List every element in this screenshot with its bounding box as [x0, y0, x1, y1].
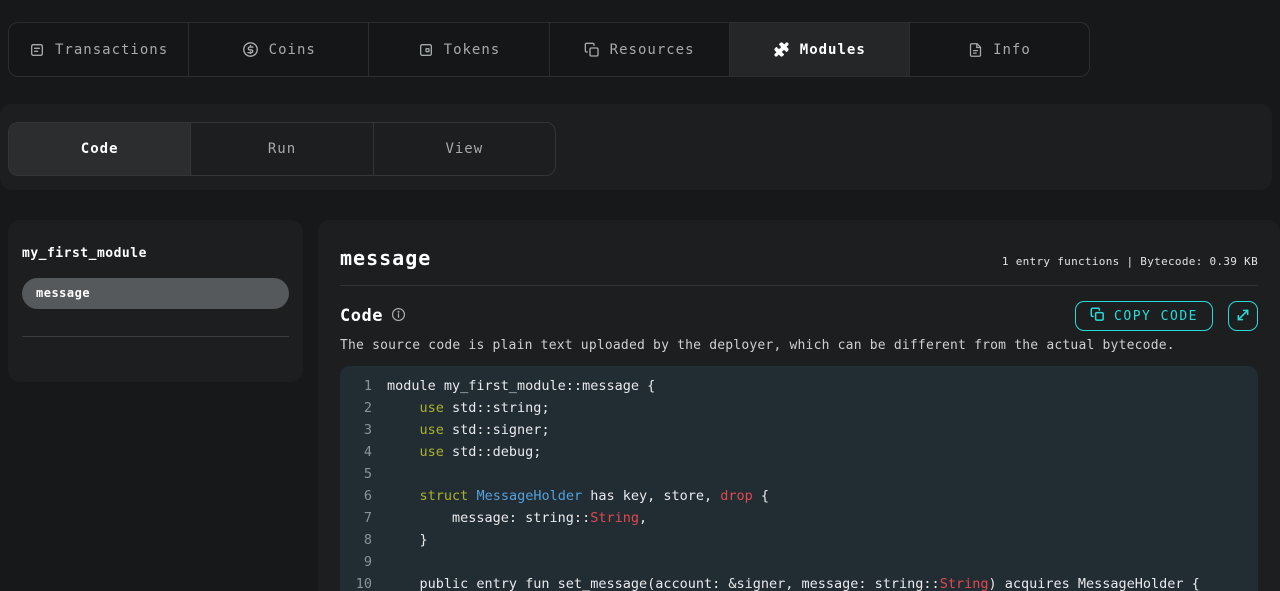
code-line-text: struct MessageHolder has key, store, dro…	[387, 485, 769, 507]
code-line: 8 }	[340, 529, 1258, 551]
tab-resources[interactable]: Resources	[550, 23, 730, 76]
tab-label: Info	[993, 42, 1031, 58]
module-meta: 1 entry functions | Bytecode: 0.39 KB	[1002, 255, 1258, 270]
receipt-icon	[29, 42, 45, 58]
copy-stack-icon	[584, 42, 600, 58]
code-section-description: The source code is plain text uploaded b…	[340, 338, 1258, 353]
code-line: 5	[340, 463, 1258, 485]
tab-tokens[interactable]: Tokens	[369, 23, 549, 76]
tab-label: Transactions	[55, 42, 168, 58]
expand-diagonal-icon	[1236, 308, 1250, 325]
tab-code[interactable]: Code	[9, 123, 191, 175]
code-line: 1 module my_first_module::message {	[340, 375, 1258, 397]
code-line: 6 struct MessageHolder has key, store, d…	[340, 485, 1258, 507]
expand-code-button[interactable]	[1228, 301, 1258, 331]
wallet-icon	[418, 42, 434, 58]
code-line-text: module my_first_module::message {	[387, 375, 655, 397]
tab-label: Coins	[269, 42, 316, 58]
file-icon	[968, 42, 983, 58]
puzzle-icon	[773, 41, 790, 58]
tab-modules[interactable]: Modules	[730, 23, 910, 76]
code-line: 4 use std::debug;	[340, 441, 1258, 463]
panel-header: message 1 entry functions | Bytecode: 0.…	[340, 220, 1258, 270]
line-number: 2	[340, 397, 372, 419]
tab-label: View	[445, 141, 483, 157]
code-actions: COPY CODE	[1075, 301, 1258, 331]
sidebar-item-message[interactable]: message	[22, 278, 289, 309]
line-number: 1	[340, 375, 372, 397]
code-section-header: Code COPY CODE	[340, 301, 1258, 331]
module-detail-panel: message 1 entry functions | Bytecode: 0.…	[318, 220, 1280, 591]
tab-label: Resources	[610, 42, 695, 58]
copy-icon	[1090, 307, 1105, 326]
source-code-viewer[interactable]: 1module my_first_module::message {2 use …	[340, 366, 1258, 591]
line-number: 7	[340, 507, 372, 529]
code-line-text: use std::signer;	[387, 419, 550, 441]
line-number: 9	[340, 551, 372, 573]
line-number: 10	[340, 573, 372, 591]
line-number: 3	[340, 419, 372, 441]
code-line: 7 message: string::String,	[340, 507, 1258, 529]
code-lines: 1module my_first_module::message {2 use …	[340, 375, 1258, 591]
explorer-tab-bar: Transactions Coins Tokens Resources	[8, 22, 1090, 77]
code-line-text: public entry fun set_message(account: &s…	[387, 573, 1200, 591]
code-heading-wrap: Code	[340, 306, 406, 326]
info-icon	[391, 307, 406, 326]
page-title: message	[340, 246, 431, 270]
tab-view[interactable]: View	[374, 123, 555, 175]
module-toolbar-band: Code Run View	[0, 104, 1272, 190]
module-sidebar: my_first_module message	[8, 220, 303, 382]
module-mode-tabs: Code Run View	[8, 122, 556, 176]
module-name-heading: my_first_module	[22, 246, 289, 261]
dollar-circle-icon	[242, 41, 259, 58]
tab-label: Code	[81, 141, 119, 157]
tab-info[interactable]: Info	[910, 23, 1089, 76]
line-number: 6	[340, 485, 372, 507]
code-line-text: use std::string;	[387, 397, 550, 419]
code-line: 2 use std::string;	[340, 397, 1258, 419]
code-line-text: message: string::String,	[387, 507, 647, 529]
tab-label: Run	[268, 141, 296, 157]
header-divider	[340, 285, 1258, 286]
tab-transactions[interactable]: Transactions	[9, 23, 189, 76]
code-line-text: use std::debug;	[387, 441, 541, 463]
tab-coins[interactable]: Coins	[189, 23, 369, 76]
tab-label: Modules	[800, 42, 866, 58]
code-line: 3 use std::signer;	[340, 419, 1258, 441]
sidebar-divider	[22, 336, 289, 337]
line-number: 8	[340, 529, 372, 551]
line-number: 5	[340, 463, 372, 485]
copy-code-label: COPY CODE	[1114, 309, 1198, 324]
tab-run[interactable]: Run	[191, 123, 373, 175]
code-line: 9	[340, 551, 1258, 573]
code-section-title: Code	[340, 306, 383, 326]
tab-label: Tokens	[444, 42, 501, 58]
line-number: 4	[340, 441, 372, 463]
code-line-text: }	[387, 529, 428, 551]
copy-code-button[interactable]: COPY CODE	[1075, 301, 1213, 331]
code-line: 10 public entry fun set_message(account:…	[340, 573, 1258, 591]
